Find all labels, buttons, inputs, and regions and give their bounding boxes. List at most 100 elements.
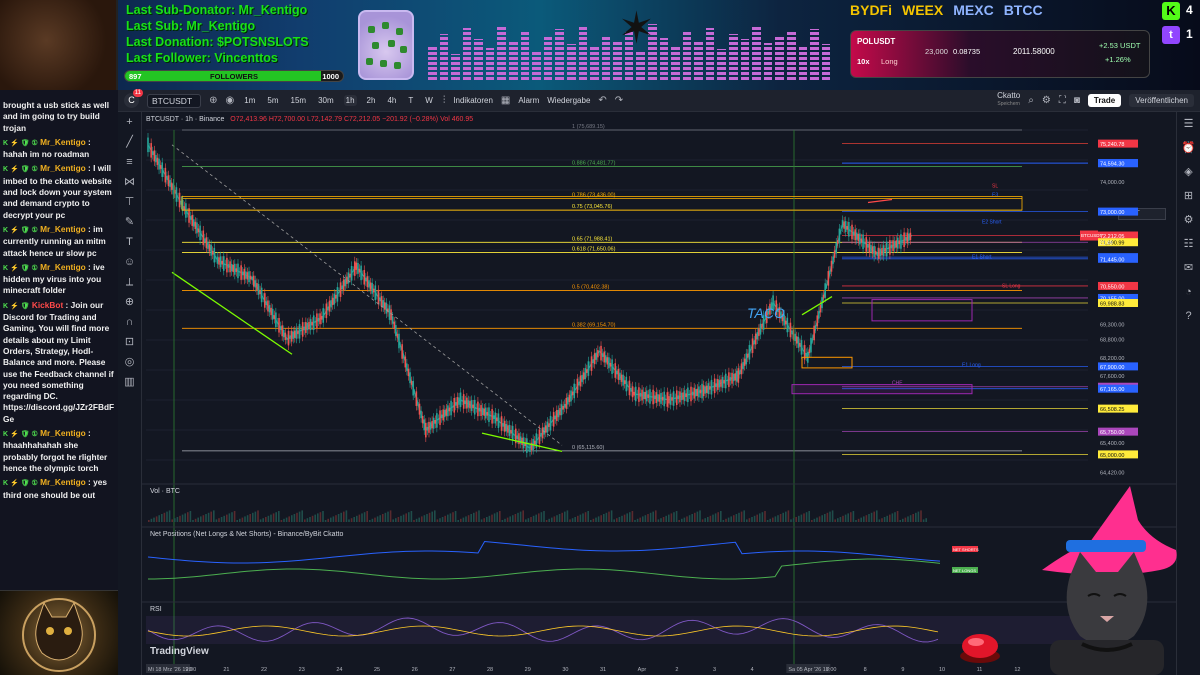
candle-body — [622, 374, 624, 386]
candle-body — [508, 424, 511, 436]
calendar-icon[interactable]: ☷ — [1177, 232, 1200, 256]
search-icon[interactable]: ⌕ — [1028, 95, 1034, 106]
templates-icon[interactable]: ▦ — [501, 95, 510, 106]
tv-profile-button[interactable]: C 11 — [124, 89, 143, 108]
candle-body — [380, 296, 383, 308]
trash-icon[interactable]: ▥ — [118, 372, 141, 392]
undo-icon[interactable]: ↶ — [598, 95, 606, 106]
candle-body — [603, 351, 605, 363]
tf-1h[interactable]: 1h — [343, 95, 357, 106]
settings-icon[interactable]: ⚙ — [1042, 95, 1051, 106]
volume-bar — [460, 518, 462, 522]
tf-1m[interactable]: 1m — [242, 95, 257, 106]
tf-4h[interactable]: 4h — [385, 95, 398, 106]
tf-15m[interactable]: 15m — [289, 95, 309, 106]
chat-username[interactable]: Mr_Kentigo — [40, 428, 86, 438]
chat-username[interactable]: Mr_Kentigo — [40, 477, 86, 487]
candle-body — [739, 370, 741, 375]
volume-bar — [694, 512, 696, 522]
indicators-button[interactable]: Indikatoren — [453, 96, 493, 105]
projection-icon[interactable]: ⊤ — [118, 192, 141, 212]
stream-screen: Last Sub-Donator: Mr_Kentigo Last Sub: M… — [0, 0, 1200, 675]
ruler-icon[interactable]: ⟂ — [118, 272, 141, 292]
candle-body — [721, 376, 724, 388]
volume-bar — [670, 513, 673, 522]
notif-icon[interactable]: ◔ — [1177, 280, 1200, 304]
lock-icon[interactable]: ⊡ — [118, 332, 141, 352]
volume-bar — [629, 512, 631, 522]
brush-icon[interactable]: ✎ — [118, 212, 141, 232]
candle-body — [892, 240, 894, 252]
candle-body — [486, 412, 489, 416]
candle-body — [221, 260, 223, 265]
ideas-icon[interactable]: ⊞ — [1177, 184, 1200, 208]
candle-body — [339, 282, 342, 297]
layers-icon[interactable]: ◈ — [1177, 160, 1200, 184]
candle-body — [664, 399, 667, 401]
candle-body — [865, 237, 868, 252]
volume-bar — [735, 514, 738, 522]
volume-bar — [678, 520, 680, 522]
volume-bar — [649, 512, 652, 522]
alerts-icon[interactable]: ⏰ — [1177, 136, 1200, 160]
price-chart[interactable]: 1 (75,689.15) 0.886 (74,481.77) 0.786 (73,… — [142, 112, 1176, 675]
zoom-icon[interactable]: ⊕ — [118, 292, 141, 312]
tf-day[interactable]: T — [406, 95, 415, 106]
emoji-icon[interactable]: ☺ — [118, 252, 141, 272]
chart-type-icon[interactable]: ⫶ — [443, 95, 446, 106]
visualizer-bar — [659, 38, 669, 80]
fullscreen-icon[interactable]: ⛶ — [1059, 95, 1066, 106]
trade-button[interactable]: Trade — [1087, 93, 1122, 107]
candle-body — [554, 415, 557, 420]
volume-bar — [738, 512, 740, 522]
chat-username[interactable]: Mr_Kentigo — [40, 137, 86, 147]
chat-username[interactable]: Mr_Kentigo — [40, 224, 86, 234]
magnet-icon[interactable]: ∩ — [118, 312, 141, 332]
candle-body — [784, 320, 787, 325]
candle-body — [423, 419, 426, 431]
publish-button[interactable]: Veröffentlichen — [1129, 93, 1194, 107]
volume-bar — [296, 512, 298, 522]
alarm-button[interactable]: Alarm — [518, 96, 539, 105]
candle-body — [461, 400, 463, 402]
volume-bar — [158, 515, 160, 522]
candle-body — [314, 321, 317, 323]
chat-username[interactable]: Mr_Kentigo — [40, 163, 86, 173]
candle-body — [650, 396, 653, 398]
candle-body — [428, 421, 430, 433]
candle-body — [513, 434, 516, 436]
help-icon[interactable]: ? — [1177, 304, 1200, 328]
screener-icon[interactable]: ⚙ — [1177, 208, 1200, 232]
eye-icon[interactable]: ◉ — [226, 95, 235, 106]
time-axis-label: 11 — [977, 667, 983, 673]
tf-week[interactable]: W — [423, 95, 435, 106]
symbol-search-input[interactable]: BTCUSDT — [147, 93, 202, 108]
volume-bar — [740, 511, 743, 522]
chat-icon[interactable]: ✉ — [1177, 256, 1200, 280]
tf-5m[interactable]: 5m — [265, 95, 280, 106]
tf-2h[interactable]: 2h — [365, 95, 378, 106]
layout-name[interactable]: Ckatto Speichern — [997, 92, 1020, 108]
compare-icon[interactable]: ⊕ — [209, 95, 217, 106]
watchlist-icon[interactable]: ☰ — [1177, 112, 1200, 136]
chat-username[interactable]: KickBot — [32, 300, 63, 310]
tf-30m[interactable]: 30m — [316, 95, 336, 106]
redo-icon[interactable]: ↷ — [615, 95, 623, 106]
eye-visibility-icon[interactable]: ◎ — [118, 352, 141, 372]
replay-button[interactable]: Wiedergabe — [547, 96, 590, 105]
crosshair-icon[interactable]: + — [118, 112, 141, 132]
chat-username[interactable]: Mr_Kentigo — [40, 262, 86, 272]
candle-body — [507, 425, 509, 433]
trendline-icon[interactable]: ╱ — [118, 132, 141, 152]
pattern-icon[interactable]: ⋈ — [118, 172, 141, 192]
candle-body — [249, 275, 252, 280]
volume-bar — [852, 511, 855, 522]
candle-body — [551, 421, 553, 423]
text-icon[interactable]: T — [118, 232, 141, 252]
camera-icon[interactable]: ◙ — [1074, 95, 1080, 106]
candle-body — [473, 399, 476, 415]
time-axis-label: Sa 05 Apr '26 18:00 — [788, 667, 836, 673]
fib-icon[interactable]: ≡ — [118, 152, 141, 172]
candle-body — [483, 408, 486, 416]
kick-icon: K — [1162, 2, 1180, 20]
